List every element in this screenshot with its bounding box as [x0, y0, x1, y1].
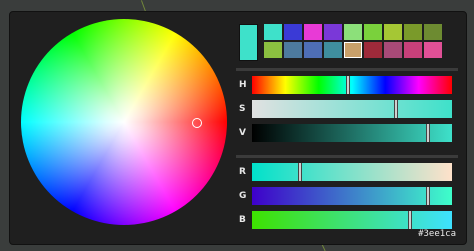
- section-divider: [236, 155, 458, 158]
- slider-handle[interactable]: [394, 100, 398, 118]
- slider-label-h: H: [239, 80, 247, 90]
- swatch-palette: [264, 24, 442, 58]
- slider-h[interactable]: [252, 76, 452, 94]
- palette-swatch[interactable]: [344, 42, 362, 58]
- palette-swatch[interactable]: [284, 42, 302, 58]
- palette-swatch[interactable]: [284, 24, 302, 40]
- slider-handle[interactable]: [298, 163, 302, 181]
- slider-label-b: B: [239, 215, 246, 225]
- palette-swatch[interactable]: [384, 42, 402, 58]
- palette-swatch[interactable]: [264, 24, 282, 40]
- palette-swatch[interactable]: [324, 42, 342, 58]
- slider-label-s: S: [239, 104, 246, 114]
- slider-label-v: V: [239, 128, 246, 138]
- palette-swatch[interactable]: [404, 42, 422, 58]
- slider-track[interactable]: [252, 100, 452, 118]
- wheel-selection-marker[interactable]: [191, 117, 202, 128]
- slider-label-g: G: [239, 191, 247, 201]
- palette-swatch[interactable]: [264, 42, 282, 58]
- slider-handle[interactable]: [426, 124, 430, 142]
- palette-swatch[interactable]: [424, 42, 442, 58]
- slider-s[interactable]: [252, 100, 452, 118]
- slider-track[interactable]: [252, 163, 452, 181]
- slider-handle[interactable]: [346, 76, 350, 94]
- palette-swatch[interactable]: [424, 24, 442, 40]
- hex-value: #3ee1ca: [418, 229, 456, 239]
- slider-track[interactable]: [252, 124, 452, 142]
- palette-swatch[interactable]: [364, 42, 382, 58]
- palette-swatch[interactable]: [324, 24, 342, 40]
- palette-swatch[interactable]: [304, 24, 322, 40]
- section-divider: [236, 68, 458, 71]
- slider-v[interactable]: [252, 124, 452, 142]
- palette-swatch[interactable]: [404, 24, 422, 40]
- slider-track[interactable]: [252, 211, 452, 229]
- palette-swatch[interactable]: [364, 24, 382, 40]
- palette-swatch[interactable]: [344, 24, 362, 40]
- slider-track[interactable]: [252, 76, 452, 94]
- color-picker-panel: H S V R G B #3ee1ca: [9, 11, 467, 245]
- slider-handle[interactable]: [408, 211, 412, 229]
- slider-track[interactable]: [252, 187, 452, 205]
- slider-b[interactable]: [252, 211, 452, 229]
- slider-label-r: R: [239, 167, 246, 177]
- slider-r[interactable]: [252, 163, 452, 181]
- palette-swatch[interactable]: [384, 24, 402, 40]
- slider-g[interactable]: [252, 187, 452, 205]
- slider-handle[interactable]: [426, 187, 430, 205]
- color-wheel[interactable]: [21, 19, 227, 225]
- current-color-swatch: [239, 24, 258, 61]
- palette-swatch[interactable]: [304, 42, 322, 58]
